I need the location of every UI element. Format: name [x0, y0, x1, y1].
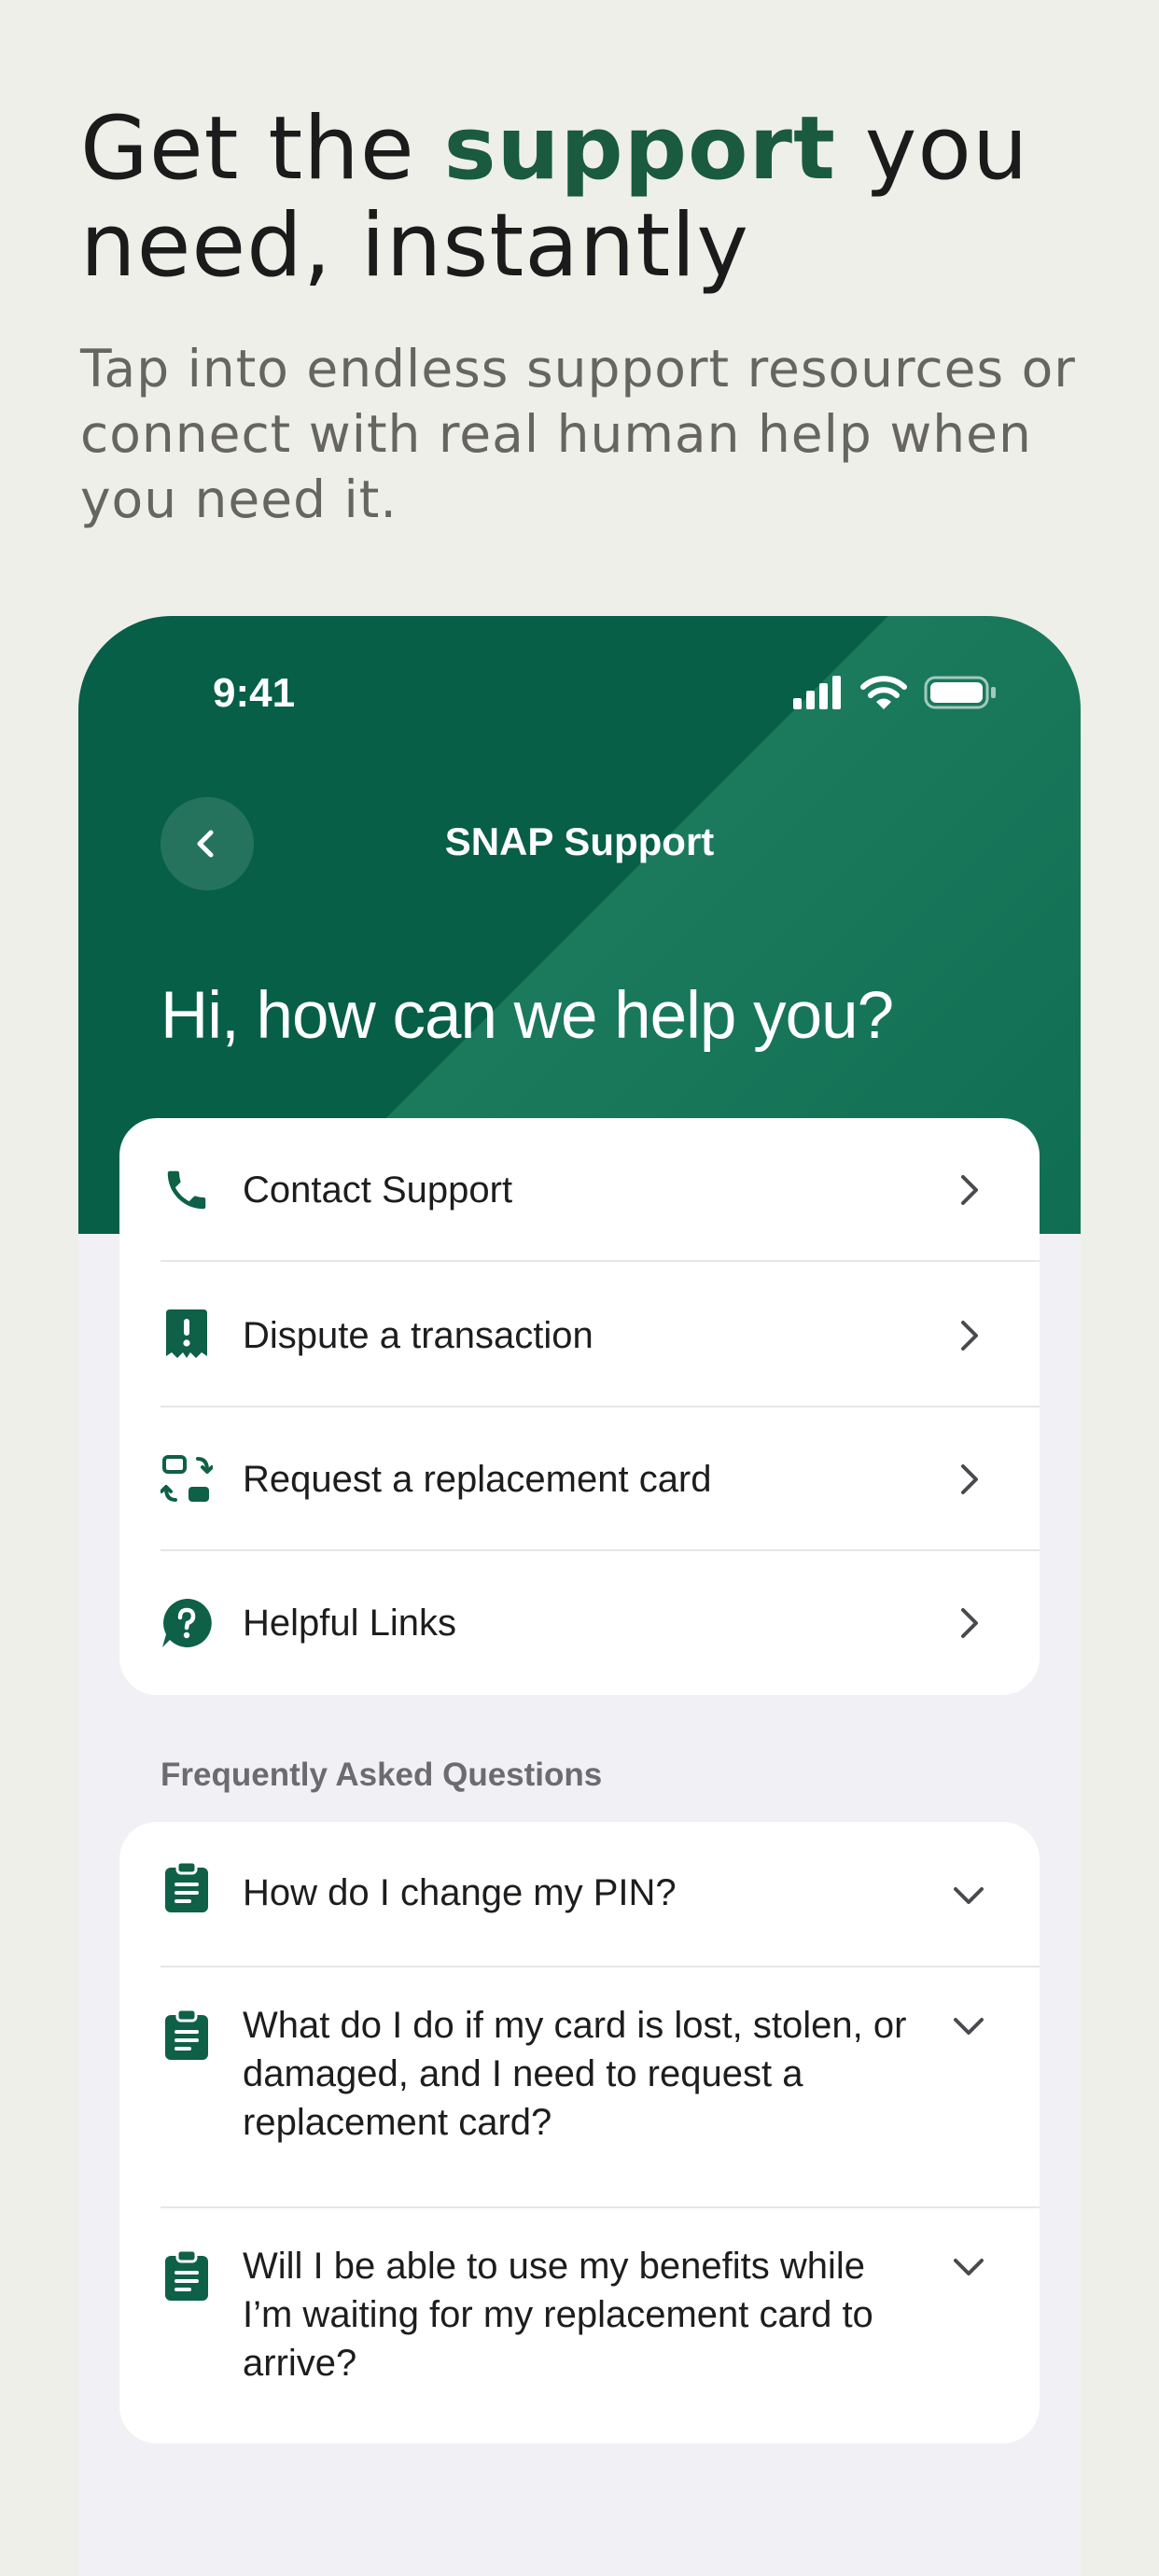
- signal-icon: [793, 676, 841, 709]
- menu-item-contact-support[interactable]: Contact Support: [161, 1118, 1040, 1262]
- chevron-right-icon: [961, 1175, 978, 1205]
- faq-question: What do I do if my card is lost, stolen,…: [243, 2005, 907, 2143]
- receipt-alert-icon: [161, 1309, 213, 1362]
- hero-title-start: Get the: [80, 98, 444, 200]
- battery-icon: [924, 676, 996, 709]
- phone-icon: [161, 1164, 213, 1216]
- support-options-card: Contact Support Dispute a transaction Re…: [119, 1118, 1040, 1695]
- clipboard-icon: [161, 1860, 213, 1913]
- chevron-right-icon: [961, 1608, 978, 1638]
- chevron-right-icon: [961, 1321, 978, 1351]
- question-bubble-icon: [161, 1597, 213, 1649]
- faq-question: Will I be able to use my benefits while …: [243, 2246, 873, 2384]
- status-time: 9:41: [213, 670, 296, 716]
- chevron-down-icon: [954, 1887, 984, 1904]
- menu-item-label: Request a replacement card: [243, 1458, 712, 1500]
- faq-question: How do I change my PIN?: [243, 1872, 677, 1913]
- menu-item-label: Dispute a transaction: [243, 1314, 593, 1356]
- phone-screen: 9:41 SNAP Support Hi, how can we help yo…: [78, 616, 1081, 2576]
- hero-title-accent: support: [443, 98, 836, 200]
- menu-item-label: Helpful Links: [243, 1602, 457, 1644]
- faq-item-benefits-while-waiting[interactable]: Will I be able to use my benefits while …: [161, 2210, 1040, 2443]
- hero-title: Get the support you need, instantly: [80, 101, 1107, 295]
- chevron-down-icon: [954, 2259, 984, 2275]
- card-swap-icon: [161, 1453, 213, 1505]
- chevron-right-icon: [961, 1464, 978, 1494]
- clipboard-icon: [161, 2248, 213, 2302]
- faq-item-change-pin[interactable]: How do I change my PIN?: [161, 1822, 1040, 1967]
- nav-title: SNAP Support: [444, 819, 715, 863]
- menu-item-label: Contact Support: [243, 1169, 513, 1211]
- status-icons: [791, 674, 997, 711]
- greeting-heading: Hi, how can we help you?: [161, 979, 894, 1053]
- faq-heading: Frequently Asked Questions: [161, 1757, 603, 1793]
- hero-subtitle: Tap into endless support resources or co…: [80, 339, 1076, 529]
- faq-item-lost-card[interactable]: What do I do if my card is lost, stolen,…: [161, 1969, 1040, 2208]
- menu-item-helpful-links[interactable]: Helpful Links: [161, 1551, 1040, 1695]
- faq-card: How do I change my PIN? What do I do if …: [119, 1822, 1040, 2443]
- menu-item-dispute-transaction[interactable]: Dispute a transaction: [161, 1264, 1040, 1407]
- clipboard-icon: [161, 2008, 213, 2061]
- wifi-icon: [860, 676, 907, 709]
- menu-item-replacement-card[interactable]: Request a replacement card: [161, 1407, 1040, 1551]
- chevron-down-icon: [954, 2018, 984, 2035]
